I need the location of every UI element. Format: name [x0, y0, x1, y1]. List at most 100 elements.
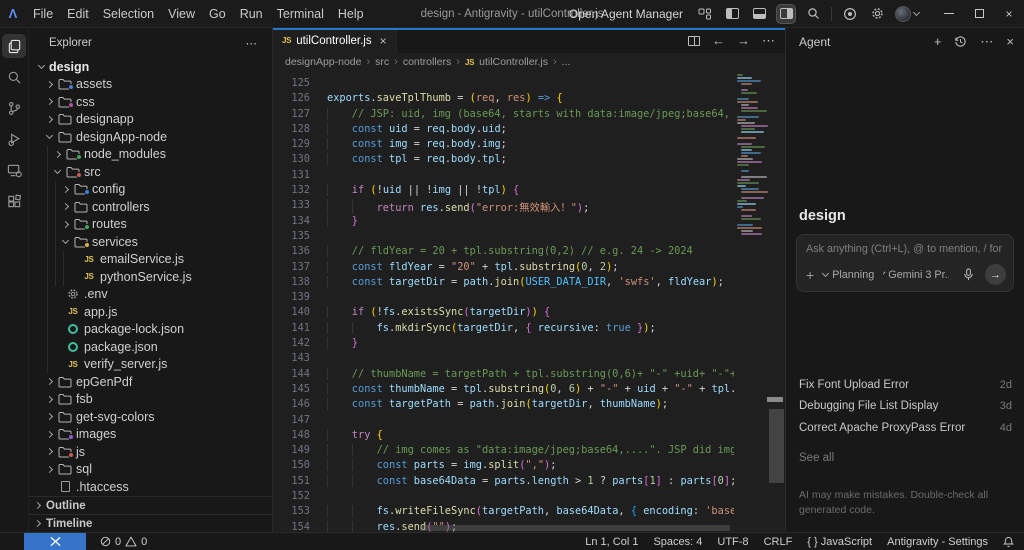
status-item-utf-8[interactable]: UTF-8	[717, 536, 748, 548]
menu-edit[interactable]: Edit	[60, 7, 96, 21]
run-debug-icon[interactable]	[2, 127, 26, 151]
tree-item--env[interactable]: .env	[29, 286, 272, 304]
navigate-back-icon[interactable]: ←	[712, 33, 725, 48]
tree-item-epgenpdf[interactable]: epGenPdf	[29, 373, 272, 391]
horizontal-scrollbar[interactable]	[420, 525, 730, 531]
code-line-132[interactable]: 132 if (!uid || !img || !tpl) {	[273, 184, 734, 199]
split-editor-icon[interactable]	[688, 36, 700, 46]
code-line-137[interactable]: 137 const fldYear = "20" + tpl.substring…	[273, 261, 734, 276]
code-line-145[interactable]: 145 const thumbName = tpl.substring(0, 6…	[273, 383, 734, 398]
search-icon[interactable]	[804, 5, 822, 23]
tree-item-src[interactable]: src	[29, 163, 272, 181]
menu-help[interactable]: Help	[331, 7, 371, 21]
send-button[interactable]: →	[985, 264, 1006, 285]
minimap[interactable]	[735, 74, 766, 532]
code-line-148[interactable]: 148 try {	[273, 429, 734, 444]
code-line-133[interactable]: 133 return res.send("error:無效輸入！");	[273, 199, 734, 214]
tab-utilcontroller[interactable]: JS utilController.js ×	[273, 28, 397, 53]
tree-item-css[interactable]: css	[29, 93, 272, 111]
code-line-140[interactable]: 140 if (!fs.existsSync(targetDir)) {	[273, 306, 734, 321]
code-line-149[interactable]: 149 // img comes as "data:image/jpeg;bas…	[273, 444, 734, 459]
code-line-147[interactable]: 147	[273, 414, 734, 429]
tree-item-assets[interactable]: assets	[29, 76, 272, 94]
tree-item-get-svg-colors[interactable]: get-svg-colors	[29, 408, 272, 426]
tree-item-sql[interactable]: sql	[29, 461, 272, 479]
history-item[interactable]: Correct Apache ProxyPass Error4d	[799, 417, 1012, 439]
status-item-ln-1-col-1[interactable]: Ln 1, Col 1	[585, 536, 638, 548]
window-minimize-button[interactable]	[934, 0, 964, 28]
window-close-button[interactable]: ×	[994, 0, 1024, 28]
agent-input-box[interactable]: Ask anything (Ctrl+L), @ to mention, / f…	[796, 234, 1014, 292]
menu-terminal[interactable]: Terminal	[270, 7, 331, 21]
breadcrumb-item[interactable]: designApp-node	[285, 56, 361, 68]
code-line-125[interactable]: 125	[273, 77, 734, 92]
breadcrumb-item[interactable]: src	[375, 56, 389, 68]
breadcrumb-item[interactable]: utilController.js	[479, 56, 548, 68]
tree-item-app-js[interactable]: JSapp.js	[29, 303, 272, 321]
tree-item-package-json[interactable]: package.json	[29, 338, 272, 356]
tree-item-pythonservice-js[interactable]: JSpythonService.js	[29, 268, 272, 286]
see-all-link[interactable]: See all	[799, 452, 834, 464]
tree-item-designapp-node[interactable]: designApp-node	[29, 128, 272, 146]
code-editor[interactable]: 125126exports.saveTplThumb = (req, res) …	[273, 71, 785, 532]
status-item-crlf[interactable]: CRLF	[764, 536, 793, 548]
menu-selection[interactable]: Selection	[96, 7, 161, 21]
status-item-spaces-4[interactable]: Spaces: 4	[653, 536, 702, 548]
code-line-136[interactable]: 136 // fldYear = 20 + tpl.substring(0,2)…	[273, 245, 734, 260]
menu-go[interactable]: Go	[202, 7, 233, 21]
microphone-icon[interactable]	[963, 268, 974, 281]
code-line-134[interactable]: 134 }	[273, 215, 734, 230]
tree-item--htaccess[interactable]: .htaccess	[29, 478, 272, 496]
toggle-primary-sidebar-icon[interactable]	[723, 5, 741, 23]
remote-explorer-icon[interactable]	[2, 158, 26, 182]
tree-item-images[interactable]: images	[29, 426, 272, 444]
tree-item-verify-server-js[interactable]: JSverify_server.js	[29, 356, 272, 374]
code-line-143[interactable]: 143	[273, 352, 734, 367]
code-line-131[interactable]: 131	[273, 169, 734, 184]
remote-indicator[interactable]	[24, 533, 86, 550]
sidebar-section-timeline[interactable]: Timeline	[29, 514, 272, 532]
agent-model-dropdown[interactable]: Gemini 3 Pr...	[883, 269, 949, 281]
code-line-151[interactable]: 151 const base64Data = parts.length > 1 …	[273, 475, 734, 490]
code-line-141[interactable]: 141 fs.mkdirSync(targetDir, { recursive:…	[273, 322, 734, 337]
agent-attach-icon[interactable]: +	[806, 267, 814, 283]
code-line-129[interactable]: 129 const img = req.body.img;	[273, 138, 734, 153]
tree-item-package-lock-json[interactable]: package-lock.json	[29, 321, 272, 339]
customize-layout-icon[interactable]	[696, 5, 714, 23]
explorer-more-actions-icon[interactable]: ⋯	[246, 36, 259, 50]
code-line-146[interactable]: 146 const targetPath = path.join(targetD…	[273, 398, 734, 413]
breadcrumb-item[interactable]: ...	[562, 56, 571, 68]
code-line-135[interactable]: 135	[273, 230, 734, 245]
code-line-127[interactable]: 127 // JSP: uid, img (base64, starts wit…	[273, 108, 734, 123]
code-line-144[interactable]: 144 // thumbName = targetPath + tpl.subs…	[273, 368, 734, 383]
tree-item-controllers[interactable]: controllers	[29, 198, 272, 216]
code-line-142[interactable]: 142 }	[273, 337, 734, 352]
vertical-scrollbar[interactable]	[769, 409, 784, 483]
problems-indicator[interactable]: 0 0	[100, 536, 147, 548]
tab-close-icon[interactable]: ×	[380, 34, 387, 48]
agent-mode-dropdown[interactable]: Planning	[823, 269, 874, 281]
tree-item-designapp[interactable]: designapp	[29, 111, 272, 129]
agent-more-actions-icon[interactable]: ⋯	[980, 34, 993, 50]
sidebar-section-outline[interactable]: Outline	[29, 496, 272, 514]
code-line-139[interactable]: 139	[273, 291, 734, 306]
status-item-antigravity-settings[interactable]: Antigravity - Settings	[887, 536, 988, 548]
agent-new-icon[interactable]: +	[934, 34, 942, 49]
tree-item-services[interactable]: services	[29, 233, 272, 251]
editor-more-actions-icon[interactable]: ⋯	[762, 33, 775, 49]
search-view-icon[interactable]	[2, 65, 26, 89]
tree-item-emailservice-js[interactable]: JSemailService.js	[29, 251, 272, 269]
tree-item-design[interactable]: design	[29, 58, 272, 76]
code-line-150[interactable]: 150 const parts = img.split(",");	[273, 459, 734, 474]
history-item[interactable]: Fix Font Upload Error2d	[799, 374, 1012, 396]
tree-item-config[interactable]: config	[29, 181, 272, 199]
tree-item-fsb[interactable]: fsb	[29, 391, 272, 409]
code-line-138[interactable]: 138 const targetDir = path.join(USER_DAT…	[273, 276, 734, 291]
notifications-bell-icon[interactable]	[1003, 536, 1014, 548]
breadcrumb[interactable]: designApp-node›src›controllers›JSutilCon…	[273, 53, 785, 71]
settings-gear-icon[interactable]	[868, 5, 886, 23]
agent-history-icon[interactable]	[954, 35, 967, 48]
open-agent-manager-button[interactable]: Open Agent Manager	[565, 5, 687, 23]
tree-item-routes[interactable]: routes	[29, 216, 272, 234]
navigate-forward-icon[interactable]: →	[737, 33, 750, 48]
